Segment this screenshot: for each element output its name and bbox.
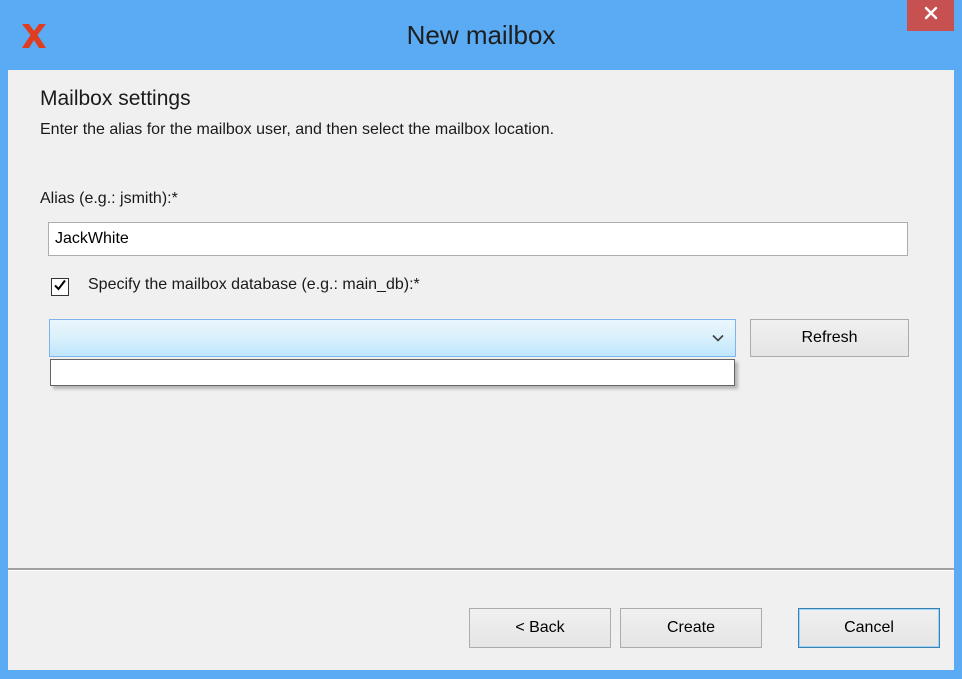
close-button[interactable] — [907, 0, 954, 31]
database-checkbox-label[interactable]: Specify the mailbox database (e.g.: main… — [88, 276, 420, 294]
database-checkbox[interactable] — [51, 278, 69, 296]
database-combobox[interactable] — [49, 319, 736, 357]
chevron-down-icon[interactable] — [711, 331, 725, 345]
section-description: Enter the alias for the mailbox user, an… — [40, 121, 555, 138]
title-bar[interactable]: New mailbox — [0, 0, 962, 70]
footer-divider — [8, 568, 954, 571]
back-button[interactable]: < Back — [469, 608, 611, 648]
section-title: Mailbox settings — [40, 87, 191, 110]
database-dropdown-list[interactable] — [50, 359, 735, 386]
dialog-window: New mailbox Mailbox settings Enter the a… — [0, 0, 962, 679]
create-button[interactable]: Create — [620, 608, 762, 648]
alias-input[interactable] — [48, 222, 908, 256]
cancel-button[interactable]: Cancel — [798, 608, 940, 648]
alias-label: Alias (e.g.: jsmith):* — [40, 190, 178, 207]
checkmark-icon — [53, 278, 67, 297]
window-title: New mailbox — [406, 20, 556, 50]
close-icon — [924, 6, 938, 25]
refresh-button[interactable]: Refresh — [750, 319, 909, 357]
